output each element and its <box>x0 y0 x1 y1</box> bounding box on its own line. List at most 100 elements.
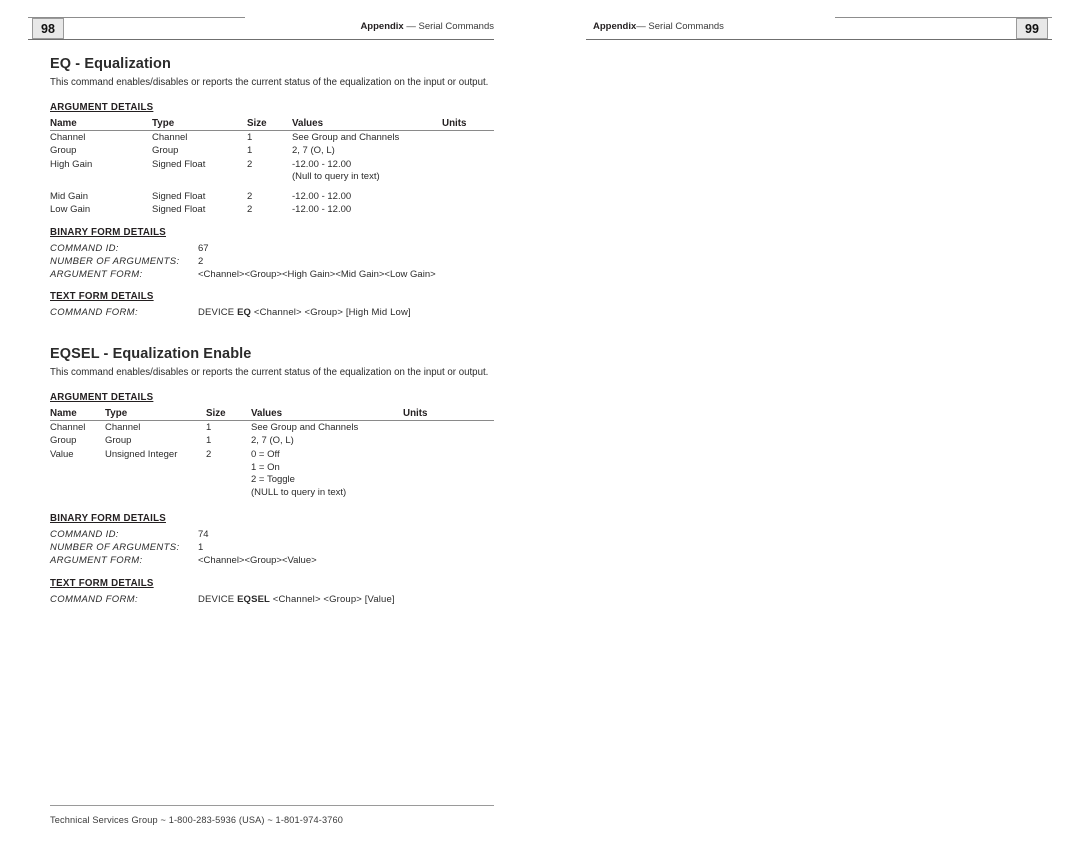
label-command-id: COMMAND ID: <box>50 243 119 255</box>
cell-type: Signed Float <box>152 158 206 170</box>
running-head-bold-left: Appendix <box>360 21 404 32</box>
eqsel-text-form-heading-wrap: TEXT FORM DETAILS <box>50 573 494 592</box>
cell-units <box>442 158 494 172</box>
cell-size: 1 <box>206 421 212 433</box>
cell-type: Group <box>105 435 132 447</box>
cell-values: See Group and Channels <box>292 131 400 143</box>
eqsel-command-form-row: COMMAND FORM: DEVICE EQSEL <Channel> <Gr… <box>50 594 494 607</box>
label-command-id: COMMAND ID: <box>50 529 119 541</box>
eq-argument-details-heading-wrap: ARGUMENT DETAILS <box>50 97 494 116</box>
footer-rule <box>50 805 494 806</box>
eq-command-id-row: COMMAND ID: 67 <box>50 243 494 256</box>
eqsel-argument-table: Name Type Size Values Units Channel Chan… <box>50 407 494 500</box>
eqsel-argument-details-heading-wrap: ARGUMENT DETAILS <box>50 387 494 406</box>
cell-name <box>50 474 105 487</box>
eq-argument-details-heading: ARGUMENT DETAILS <box>50 101 154 113</box>
col-type: Type <box>105 407 206 421</box>
running-head-rest-right: Serial Commands <box>648 21 724 32</box>
cell-units <box>403 420 494 434</box>
table-row: High Gain Signed Float 2 -12.00 - 12.00 <box>50 158 494 172</box>
cell-size: 2 <box>206 448 212 460</box>
col-values: Values <box>292 117 442 131</box>
eqsel-binary-form-heading-wrap: BINARY FORM DETAILS <box>50 508 494 527</box>
content-column-left: EQ - Equalization This command enables/d… <box>50 56 494 612</box>
eqsel-title: EQSEL - Equalization Enable <box>50 346 252 363</box>
value-command-form: DEVICE EQSEL <Channel> <Group> [Value] <box>198 594 395 607</box>
page-98: 98 Appendix — Serial Commands EQ - Equal… <box>0 0 540 857</box>
label-command-form: COMMAND FORM: <box>50 307 138 319</box>
col-size: Size <box>206 407 251 421</box>
label-command-form: COMMAND FORM: <box>50 593 138 605</box>
table-header-row: Name Type Size Values Units <box>50 407 494 421</box>
header-rule-bottom <box>28 39 494 40</box>
page-number-98: 98 <box>32 18 64 39</box>
cell-name: Channel <box>50 131 86 143</box>
eq-binary-details: COMMAND ID: 67 NUMBER OF ARGUMENTS: 2 AR… <box>50 243 494 281</box>
running-head-dash-right: — <box>636 21 649 32</box>
cell-values-extra: 1 = On <box>251 461 280 473</box>
cell-name: Low Gain <box>50 204 91 216</box>
eqsel-command-id-row: COMMAND ID: 74 <box>50 529 494 542</box>
cell-type <box>105 487 206 500</box>
cell-units <box>442 171 494 184</box>
table-row: Group Group 1 2, 7 (O, L) <box>50 144 494 158</box>
eq-text-details: COMMAND FORM: DEVICE EQ <Channel> <Group… <box>50 307 494 320</box>
cell-size <box>206 474 251 487</box>
cell-name: Channel <box>50 421 86 433</box>
eqsel-binary-form-heading: BINARY FORM DETAILS <box>50 513 166 525</box>
cell-size <box>206 487 251 500</box>
running-head-rest-left: Serial Commands <box>418 21 495 32</box>
cell-units <box>442 130 494 144</box>
cell-units <box>403 448 494 462</box>
cell-name <box>50 171 152 184</box>
cell-units <box>403 487 494 500</box>
cell-type: Signed Float <box>152 204 206 216</box>
cell-name: Group <box>50 145 77 157</box>
cell-size: 2 <box>247 204 253 216</box>
cell-values-extra: (Null to query in text) <box>292 171 380 183</box>
running-head-text-right: Appendix— Serial Commands <box>593 21 724 32</box>
cell-values: 2, 7 (O, L) <box>292 145 335 157</box>
table-row-continuation: (NULL to query in text) <box>50 487 494 500</box>
cell-name: Value <box>50 448 74 460</box>
cell-type: Signed Float <box>152 190 206 202</box>
page-99: 99 Appendix— Serial Commands FLOW - Flow… <box>540 0 1080 857</box>
value-command-form: DEVICE EQ <Channel> <Group> [High Mid Lo… <box>198 307 411 320</box>
cell-units <box>442 144 494 158</box>
cell-size <box>206 462 251 475</box>
value-command-id: 67 <box>198 243 209 255</box>
cell-values: 2, 7 (O, L) <box>251 435 294 447</box>
cell-units <box>403 474 494 487</box>
table-row: Channel Channel 1 See Group and Channels <box>50 420 494 434</box>
table-row-continuation: (Null to query in text) <box>50 171 494 184</box>
section-eq: EQ - Equalization This command enables/d… <box>50 56 494 320</box>
cell-type <box>152 171 247 184</box>
label-argument-form: ARGUMENT FORM: <box>50 554 143 566</box>
cell-values-extra: (NULL to query in text) <box>251 486 347 498</box>
value-number-of-arguments: 1 <box>198 542 204 554</box>
eq-binary-form-heading-wrap: BINARY FORM DETAILS <box>50 222 494 241</box>
eqsel-text-form-heading: TEXT FORM DETAILS <box>50 577 154 589</box>
cell-name <box>50 462 105 475</box>
col-name: Name <box>50 407 105 421</box>
eq-binary-form-heading: BINARY FORM DETAILS <box>50 227 166 239</box>
cell-units <box>442 203 494 217</box>
eq-command-form-row: COMMAND FORM: DEVICE EQ <Channel> <Group… <box>50 307 494 320</box>
cell-type: Group <box>152 145 179 157</box>
cell-values-extra: 2 = Toggle <box>251 474 295 486</box>
cell-type: Channel <box>105 421 141 433</box>
value-argument-form: <Channel><Group><Value> <box>198 554 317 566</box>
eqsel-argument-details-heading: ARGUMENT DETAILS <box>50 391 154 403</box>
cell-name: Mid Gain <box>50 190 89 202</box>
value-command-id: 74 <box>198 529 209 541</box>
table-row: Group Group 1 2, 7 (O, L) <box>50 434 494 448</box>
cmd-keyword: EQSEL <box>237 593 271 605</box>
cell-values: See Group and Channels <box>251 421 359 433</box>
cell-values: -12.00 - 12.00 <box>292 158 352 170</box>
running-head-left: 98 Appendix — Serial Commands <box>0 0 540 40</box>
cell-type <box>105 462 206 475</box>
page-spread: 98 Appendix — Serial Commands EQ - Equal… <box>0 0 1080 857</box>
col-units: Units <box>442 117 494 131</box>
cmd-keyword: EQ <box>237 307 252 319</box>
cmd-suffix: <Channel> <Group> [High Mid Low] <box>251 307 411 319</box>
